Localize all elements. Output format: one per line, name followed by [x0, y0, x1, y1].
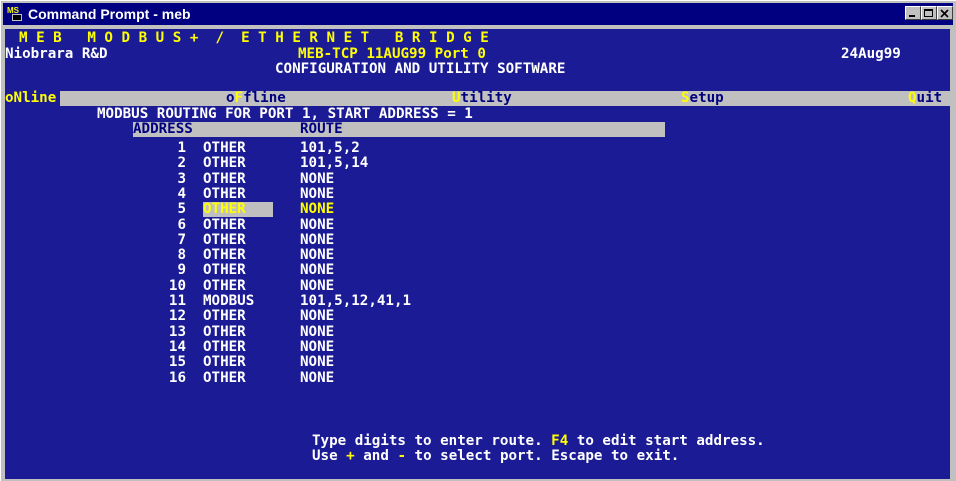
maximize-button[interactable] — [921, 6, 937, 20]
menu-utility[interactable]: Utility — [452, 91, 512, 106]
row-address: 3 — [177, 171, 186, 187]
row-type[interactable]: MODBUS — [203, 294, 254, 309]
row-address: 12 — [168, 308, 186, 324]
row-route[interactable]: NONE — [300, 248, 334, 263]
row-route[interactable]: NONE — [300, 172, 334, 187]
help-1-pre: Type digits to enter route. — [312, 433, 552, 449]
row-address: 5 — [177, 201, 186, 217]
row-route[interactable]: NONE — [300, 263, 334, 278]
minimize-button[interactable] — [905, 6, 921, 20]
row-type[interactable]: OTHER — [203, 218, 246, 233]
row-route[interactable]: NONE — [300, 309, 334, 324]
row-route[interactable]: NONE — [300, 187, 334, 202]
row-type[interactable]: OTHER — [203, 371, 246, 386]
route-column-header: ROUTE — [300, 121, 343, 137]
row-address: 2 — [177, 155, 186, 171]
row-type[interactable]: OTHER — [203, 172, 246, 187]
row-address: 15 — [168, 354, 186, 370]
command-prompt-window: MS Command Prompt - meb M E B M O D B U … — [0, 0, 956, 481]
offline-label: fline — [243, 90, 286, 106]
row-route[interactable]: NONE — [300, 202, 334, 217]
row-route[interactable]: NONE — [300, 340, 334, 355]
row-type[interactable]: OTHER — [203, 187, 246, 202]
subtitle: CONFIGURATION AND UTILITY SOFTWARE — [275, 61, 566, 77]
ms-dos-icon: MS — [6, 5, 23, 22]
help-2-post: to select port. Escape to exit. — [405, 448, 680, 464]
menu-bar: oNline oFfline Utility Setup Quit — [5, 91, 950, 106]
row-type[interactable]: OTHER — [203, 340, 246, 355]
row-route[interactable]: NONE — [300, 279, 334, 294]
row-type[interactable]: OTHER — [203, 233, 246, 248]
menu-quit[interactable]: Quit — [908, 91, 942, 106]
row-type[interactable]: OTHER — [203, 355, 246, 370]
help-2-pre: Use — [312, 448, 347, 464]
close-button[interactable] — [937, 6, 953, 20]
address-column-header: ADDRESS — [133, 121, 193, 137]
menu-setup[interactable]: Setup — [681, 91, 724, 106]
row-address: 14 — [168, 339, 186, 355]
row-address: 10 — [168, 278, 186, 294]
row-type[interactable]: OTHER — [203, 263, 246, 278]
row-type[interactable]: OTHER — [203, 325, 246, 340]
routing-heading: MODBUS ROUTING FOR PORT 1, START ADDRESS… — [97, 106, 473, 122]
offline-hotkey: F — [234, 90, 244, 106]
row-type[interactable]: OTHER — [203, 141, 246, 156]
row-type[interactable]: OTHER — [203, 156, 246, 171]
row-route[interactable]: NONE — [300, 325, 334, 340]
quit-label: uit — [916, 90, 943, 106]
row-type[interactable]: OTHER — [203, 279, 246, 294]
title-bar[interactable]: MS Command Prompt - meb — [3, 3, 953, 25]
maximize-icon — [924, 9, 933, 17]
row-route[interactable]: NONE — [300, 355, 334, 370]
row-address: 13 — [168, 324, 186, 340]
row-address: 16 — [168, 370, 186, 386]
row-address: 1 — [177, 140, 186, 156]
help-plus-key: + — [346, 448, 355, 464]
setup-label: etup — [689, 90, 724, 106]
row-address: 8 — [177, 247, 186, 263]
svg-text:MS: MS — [7, 6, 20, 15]
row-route[interactable]: NONE — [300, 218, 334, 233]
row-route[interactable]: 101,5,12,41,1 — [300, 294, 411, 309]
company-name: Niobrara R&D — [5, 46, 108, 62]
menu-offline[interactable]: oFfline — [226, 91, 286, 106]
window-title: Command Prompt - meb — [28, 6, 191, 22]
help-line-2: Use + and - to select port. Escape to ex… — [312, 449, 679, 464]
scrollbar[interactable] — [950, 29, 956, 479]
banner-title: M E B M O D B U S + / E T H E R N E T B … — [19, 30, 489, 46]
row-address: 4 — [177, 186, 186, 202]
column-header: ADDRESS ROUTE — [133, 122, 665, 137]
help-1-post: to edit start address. — [568, 433, 765, 449]
close-icon — [940, 9, 949, 18]
row-type[interactable]: OTHER — [203, 202, 273, 217]
row-route[interactable]: 101,5,2 — [300, 141, 360, 156]
utility-hotkey: U — [452, 90, 461, 106]
row-route[interactable]: NONE — [300, 371, 334, 386]
version-string: MEB-TCP 11AUG99 Port 0 — [298, 46, 486, 62]
menu-online[interactable]: oNline — [5, 91, 61, 106]
utility-label: tility — [460, 90, 512, 106]
row-type[interactable]: OTHER — [203, 309, 246, 324]
row-address: 11 — [168, 293, 186, 309]
row-route[interactable]: NONE — [300, 233, 334, 248]
row-type[interactable]: OTHER — [203, 248, 246, 263]
setup-hotkey: S — [681, 90, 690, 106]
help-2-mid: and — [354, 448, 398, 464]
row-address: 9 — [177, 262, 186, 278]
help-minus-key: - — [397, 448, 406, 464]
minimize-icon — [909, 15, 915, 17]
console-area[interactable]: M E B M O D B U S + / E T H E R N E T B … — [5, 29, 950, 479]
row-route[interactable]: 101,5,14 — [300, 156, 368, 171]
row-address: 7 — [177, 232, 186, 248]
quit-hotkey: Q — [908, 90, 917, 106]
help-line-1: Type digits to enter route. F4 to edit s… — [312, 434, 765, 449]
date-label: 24Aug99 — [841, 46, 901, 62]
help-f4-key: F4 — [551, 433, 569, 449]
row-address: 6 — [177, 217, 186, 233]
offline-pre: o — [226, 90, 235, 106]
